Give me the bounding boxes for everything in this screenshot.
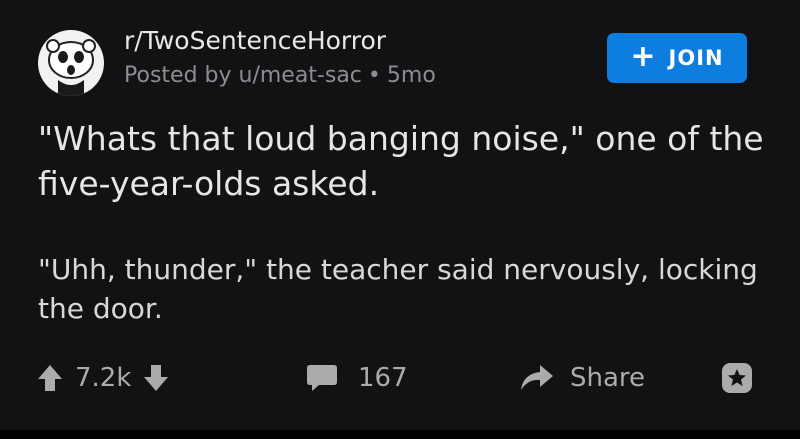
- share-label: Share: [570, 363, 646, 393]
- comment-count: 167: [358, 363, 408, 393]
- bottom-border: [0, 430, 800, 439]
- comment-bubble-icon: [306, 363, 338, 393]
- post-card: r/TwoSentenceHorror Posted by u/meat-sac…: [0, 0, 800, 430]
- post-age: 5mo: [386, 63, 436, 88]
- join-label: JOIN: [668, 46, 724, 70]
- subreddit-avatar[interactable]: [38, 30, 104, 96]
- meta-separator: •: [367, 63, 381, 88]
- share-arrow-icon: [520, 364, 554, 392]
- vote-controls: 7.2k: [37, 357, 169, 399]
- comments-button[interactable]: 167: [306, 357, 408, 399]
- subreddit-name[interactable]: r/TwoSentenceHorror: [124, 26, 386, 55]
- join-button[interactable]: + JOIN: [607, 33, 747, 83]
- arrow-down-icon[interactable]: [143, 364, 169, 392]
- award-button[interactable]: [720, 357, 754, 399]
- share-button[interactable]: Share: [520, 357, 645, 399]
- plus-icon: +: [630, 39, 657, 74]
- post-body: "Uhh, thunder," the teacher said nervous…: [38, 253, 758, 325]
- post-meta: Posted by u/meat-sac • 5mo: [124, 63, 436, 88]
- award-icon: [720, 361, 754, 395]
- post-title[interactable]: "Whats that loud banging noise," one of …: [38, 116, 768, 206]
- vote-count: 7.2k: [75, 363, 132, 393]
- arrow-up-icon[interactable]: [37, 364, 63, 392]
- posted-by[interactable]: Posted by u/meat-sac: [124, 63, 362, 88]
